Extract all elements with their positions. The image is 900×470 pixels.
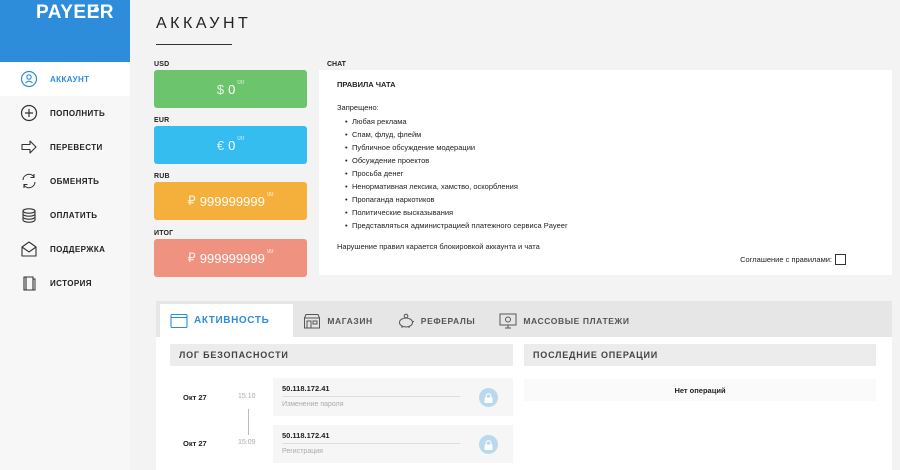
balance-label-rub: RUB xyxy=(154,173,170,180)
plus-circle-icon xyxy=(20,104,38,122)
logo-text: PAYEER xyxy=(36,2,114,23)
balance-amount: 0 xyxy=(228,81,236,97)
sidebar-item-history[interactable]: ИСТОРИЯ xyxy=(0,266,130,300)
account-icon xyxy=(20,70,38,88)
recent-operations-header: ПОСЛЕДНИЕ ОПЕРАЦИИ xyxy=(524,344,876,366)
chat-violation-notice: Нарушение правил карается блокировкой ак… xyxy=(337,242,540,251)
exchange-icon xyxy=(20,172,38,190)
title-underline xyxy=(156,44,232,45)
sidebar-item-support[interactable]: ПОДДЕРЖКА xyxy=(0,232,130,266)
balance-cents: 99 xyxy=(266,192,274,198)
log-timeline-line xyxy=(248,409,249,435)
sidebar-item-exchange[interactable]: ОБМЕНЯТЬ xyxy=(0,164,130,198)
balance-amount: 0 xyxy=(228,137,236,153)
chat-rule-item: Пропаганда наркотиков xyxy=(345,193,874,206)
browser-window-icon xyxy=(170,313,188,329)
activity-panel: АКТИВНОСТЬ МАГАЗИН РЕФЕРАЛЫ МАССОВЫЕ ПЛА… xyxy=(156,301,892,470)
logo-dot xyxy=(94,7,99,12)
balance-label-total: ИТОГ xyxy=(154,230,174,237)
sidebar-item-deposit[interactable]: ПОПОЛНИТЬ xyxy=(0,96,130,130)
sidebar-item-label: ПЕРЕВЕСТИ xyxy=(50,142,103,152)
rules-agreement: Соглашение с правилами: xyxy=(740,254,846,265)
lock-icon xyxy=(479,388,498,407)
log-time: 15:09 xyxy=(238,439,256,446)
currency-symbol: ₽ xyxy=(187,250,196,265)
log-divider xyxy=(282,396,460,397)
log-time: 15:10 xyxy=(238,393,256,400)
tab-mass-payments[interactable]: МАССОВЫЕ ПЛАТЕЖИ xyxy=(489,304,643,337)
piggy-bank-icon xyxy=(397,313,415,329)
page-title: АККАУНТ xyxy=(156,15,252,32)
monitor-icon xyxy=(499,313,517,329)
balance-label-usd: USD xyxy=(154,61,170,68)
chat-rule-item: Публичное обсуждение модерации xyxy=(345,141,874,154)
log-divider xyxy=(282,443,460,444)
log-action: Регистрация xyxy=(282,448,323,455)
payeer-logo[interactable]: PAYEER xyxy=(0,0,130,62)
chat-rules-panel: ПРАВИЛА ЧАТА Запрещено: Любая реклама Сп… xyxy=(319,70,892,275)
coins-icon xyxy=(20,206,38,224)
agreement-label: Соглашение с правилами: xyxy=(740,255,832,264)
currency-symbol: $ xyxy=(216,81,225,97)
lock-icon xyxy=(479,435,498,454)
tab-label: РЕФЕРАЛЫ xyxy=(420,315,476,326)
log-date: Окт 27 xyxy=(183,393,207,402)
log-entry: 50.118.172.41 Регистрация xyxy=(273,425,513,463)
sidebar-item-transfer[interactable]: ПЕРЕВЕСТИ xyxy=(0,130,130,164)
balance-card-eur[interactable]: € 0 00 xyxy=(154,126,307,164)
tab-shop[interactable]: МАГАЗИН xyxy=(293,304,386,337)
chat-forbidden-heading: Запрещено: xyxy=(337,103,379,112)
chat-rule-item: Любая реклама xyxy=(345,115,874,128)
sidebar-item-label: АККАУНТ xyxy=(50,74,90,84)
chat-rule-item: Представляться администрацией платежного… xyxy=(345,219,874,232)
balance-cents: 00 xyxy=(237,136,245,142)
sidebar-item-account[interactable]: АККАУНТ xyxy=(0,62,130,96)
sidebar-item-label: ПОПОЛНИТЬ xyxy=(50,108,106,118)
chat-rules-list: Любая реклама Спам, флуд, флейм Публично… xyxy=(337,115,874,232)
chat-rules-title: ПРАВИЛА ЧАТА xyxy=(337,80,396,89)
tab-referrals[interactable]: РЕФЕРАЛЫ xyxy=(387,304,490,337)
tab-label: АКТИВНОСТЬ xyxy=(194,315,270,326)
balance-label-eur: EUR xyxy=(154,117,170,124)
log-entry: 50.118.172.41 Изменение пароля xyxy=(273,378,513,416)
sidebar-nav: АККАУНТ ПОПОЛНИТЬ ПЕРЕВЕСТИ ОБМЕНЯТЬ ОПЛ… xyxy=(0,62,130,300)
sidebar-item-label: ОБМЕНЯТЬ xyxy=(50,176,100,186)
log-ip-address: 50.118.172.41 xyxy=(282,431,330,440)
sidebar: PAYEER АККАУНТ ПОПОЛНИТЬ ПЕРЕВЕСТИ ОБМЕН… xyxy=(0,0,130,470)
envelope-icon xyxy=(20,240,38,258)
currency-symbol: ₽ xyxy=(187,193,196,208)
chat-rule-item: Политические высказывания xyxy=(345,206,874,219)
balance-card-total: ₽ 999999999 99 xyxy=(154,239,307,277)
balance-card-usd[interactable]: $ 0 00 xyxy=(154,70,307,108)
tab-label: МАССОВЫЕ ПЛАТЕЖИ xyxy=(523,315,630,326)
tab-label: МАГАЗИН xyxy=(327,315,373,326)
sidebar-item-pay[interactable]: ОПЛАТИТЬ xyxy=(0,198,130,232)
chat-rule-item: Ненормативная лексика, хамство, оскорбле… xyxy=(345,180,874,193)
security-log-header: ЛОГ БЕЗОПАСНОСТИ xyxy=(170,344,513,366)
shop-icon xyxy=(303,313,321,329)
activity-content: ЛОГ БЕЗОПАСНОСТИ ПОСЛЕДНИЕ ОПЕРАЦИИ Окт … xyxy=(156,337,892,470)
agreement-checkbox[interactable] xyxy=(835,254,846,265)
balance-amount: 999999999 xyxy=(199,250,265,266)
log-action: Изменение пароля xyxy=(282,401,344,408)
tab-activity[interactable]: АКТИВНОСТЬ xyxy=(160,304,294,337)
chat-rule-item: Просьба денег xyxy=(345,167,874,180)
chat-rule-item: Спам, флуд, флейм xyxy=(345,128,874,141)
no-operations-message: Нет операций xyxy=(524,379,876,401)
currency-symbol: € xyxy=(216,137,225,153)
balance-amount: 999999999 xyxy=(199,193,265,209)
balance-cents: 00 xyxy=(237,80,245,86)
sidebar-item-label: ПОДДЕРЖКА xyxy=(50,244,106,254)
chat-label: CHAT xyxy=(327,61,346,68)
sidebar-item-label: ИСТОРИЯ xyxy=(50,278,92,288)
arrow-right-icon xyxy=(20,138,38,156)
book-icon xyxy=(20,274,38,292)
log-date: Окт 27 xyxy=(183,439,207,448)
chat-rule-item: Обсуждение проектов xyxy=(345,154,874,167)
balance-card-rub[interactable]: ₽ 999999999 99 xyxy=(154,182,307,220)
balance-cents: 99 xyxy=(266,249,274,255)
sidebar-item-label: ОПЛАТИТЬ xyxy=(50,210,98,220)
log-ip-address: 50.118.172.41 xyxy=(282,384,330,393)
tab-bar: АКТИВНОСТЬ МАГАЗИН РЕФЕРАЛЫ МАССОВЫЕ ПЛА… xyxy=(156,301,892,337)
